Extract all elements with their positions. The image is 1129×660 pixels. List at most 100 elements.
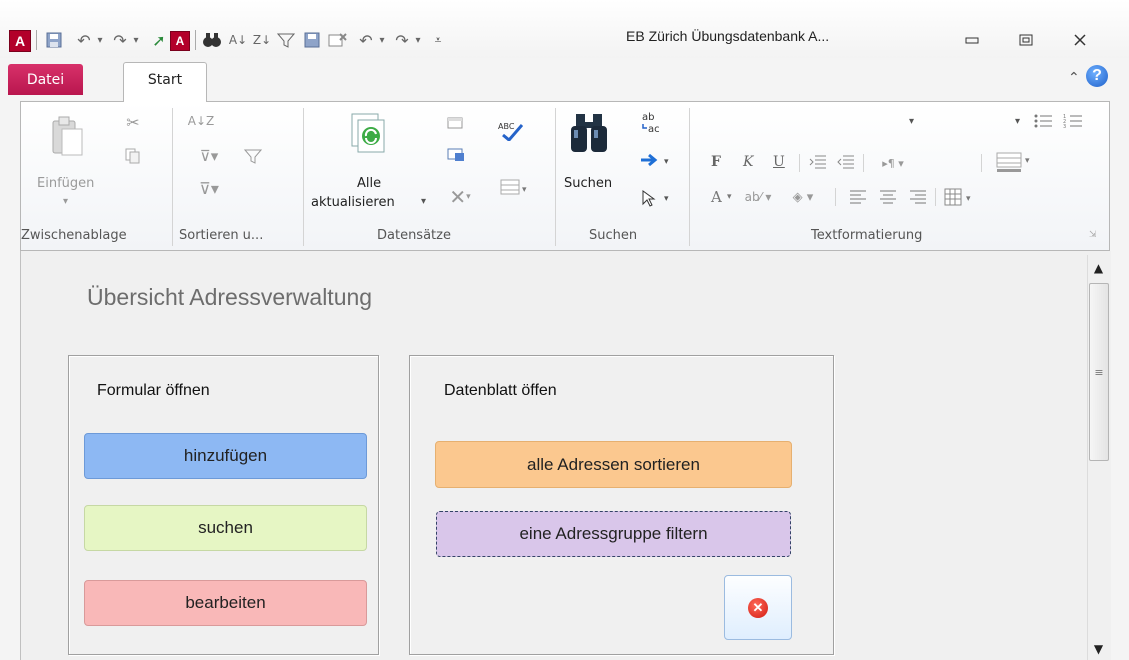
svg-text:▾: ▾ <box>664 194 669 204</box>
save-icon[interactable] <box>44 30 64 50</box>
align-left-icon[interactable] <box>847 186 869 208</box>
toolbar-separator <box>835 188 836 206</box>
numbered-list-icon[interactable]: 123 <box>1061 110 1085 132</box>
window-title: EB Zürich Übungsdatenbank A... <box>626 28 830 44</box>
paste-icon[interactable] <box>49 114 85 158</box>
filtern-button[interactable]: eine Adressgruppe filtern <box>436 511 791 557</box>
close-form-button[interactable]: ✕ <box>724 575 792 640</box>
group-separator <box>689 108 690 246</box>
delete-record-icon[interactable] <box>327 30 349 50</box>
save-icon[interactable] <box>302 30 322 50</box>
new-record-icon[interactable] <box>445 112 467 132</box>
sortieren-button[interactable]: alle Adressen sortieren <box>435 441 792 488</box>
bullet-list-icon[interactable] <box>1031 110 1055 132</box>
cut-icon[interactable]: ✂ <box>123 112 143 132</box>
ribbon: Einfügen ▾ ✂ Zwischenablage A↓Z ⊽▾ ⊽▾ So… <box>20 101 1110 251</box>
close-form-icon: ✕ <box>748 597 768 618</box>
undo-icon[interactable]: ↶ <box>74 30 94 50</box>
advanced-filter-icon[interactable]: ⊽▾ <box>191 178 227 198</box>
refresh-all-label-2[interactable]: aktualisieren <box>311 195 395 210</box>
font-size-dropdown-icon[interactable]: ▾ <box>1015 116 1020 127</box>
undo-icon[interactable]: ↶ <box>356 30 376 50</box>
spelling-icon[interactable]: ABC <box>497 118 523 142</box>
svg-text:ab: ab <box>642 112 654 123</box>
paste-dropdown-icon[interactable]: ▾ <box>63 196 68 207</box>
bold-button[interactable]: F <box>711 154 721 170</box>
redo-dropdown-icon[interactable]: ▾ <box>130 30 142 50</box>
highlight-icon[interactable]: ab⁄ ▾ <box>739 186 777 208</box>
panel-datenblatt-heading: Datenblatt öffen <box>444 382 557 399</box>
font-name-dropdown-icon[interactable]: ▾ <box>909 116 914 127</box>
redo-dropdown-icon[interactable]: ▾ <box>412 30 424 50</box>
font-color-button[interactable]: A <box>711 188 722 206</box>
decrease-indent-icon[interactable] <box>835 152 857 172</box>
refresh-all-label-1[interactable]: Alle <box>357 176 381 191</box>
refresh-all-icon[interactable] <box>349 112 389 156</box>
find-button-label[interactable]: Suchen <box>564 176 612 191</box>
arrow-green-icon[interactable]: ➚ <box>149 30 169 50</box>
svg-text:ABC: ABC <box>498 122 515 131</box>
svg-text:▾: ▾ <box>664 157 669 167</box>
tab-start[interactable]: Start <box>123 62 207 102</box>
panel-formular-heading: Formular öffnen <box>97 382 210 399</box>
italic-button[interactable]: K <box>743 154 753 170</box>
align-right-icon[interactable] <box>907 186 929 208</box>
more-records-icon[interactable]: ▾ <box>497 176 533 198</box>
replace-icon[interactable]: ab ac <box>639 110 667 136</box>
increase-indent-icon[interactable] <box>807 152 829 172</box>
save-record-icon[interactable] <box>445 144 467 164</box>
group-separator <box>303 108 304 246</box>
toolbar-separator <box>799 154 800 172</box>
svg-text:▾: ▾ <box>966 194 971 204</box>
scroll-down-arrow-icon[interactable]: ▼ <box>1088 638 1109 660</box>
group-label-textformatierung: Textformatierung <box>811 228 923 243</box>
close-window-icon[interactable] <box>1066 30 1094 50</box>
align-center-icon[interactable] <box>877 186 899 208</box>
maximize-icon[interactable] <box>1012 30 1040 50</box>
find-icon[interactable] <box>567 108 611 156</box>
qat-separator <box>195 30 196 50</box>
tab-datei[interactable]: Datei <box>8 64 83 95</box>
goto-icon[interactable]: ▾ <box>639 150 675 170</box>
fill-color-icon[interactable]: ◈ ▾ <box>783 186 823 208</box>
redo-icon[interactable]: ↷ <box>392 30 412 50</box>
minimize-icon[interactable] <box>958 30 986 50</box>
suchen-button[interactable]: suchen <box>84 505 367 551</box>
toolbar-separator <box>863 154 864 172</box>
access-form-icon[interactable]: A <box>170 31 190 51</box>
paste-button-label[interactable]: Einfügen <box>37 176 94 191</box>
select-icon[interactable]: ▾ <box>639 188 675 208</box>
scrollbar-thumb[interactable]: ≡ <box>1089 283 1109 461</box>
bearbeiten-button[interactable]: bearbeiten <box>84 580 367 626</box>
filter-icon[interactable] <box>276 30 296 50</box>
font-color-dropdown-icon[interactable]: ▾ <box>727 192 732 202</box>
sort-descending-icon[interactable]: Z↓ <box>252 30 272 50</box>
filter-icon[interactable] <box>241 146 265 166</box>
help-icon[interactable]: ? <box>1086 65 1108 87</box>
refresh-all-dropdown-icon[interactable]: ▾ <box>421 196 426 207</box>
scroll-up-arrow-icon[interactable]: ▲ <box>1088 257 1109 279</box>
svg-text:3: 3 <box>1063 124 1066 130</box>
filter-selection-icon[interactable]: ⊽▾ <box>189 146 229 166</box>
customize-qat-icon[interactable]: ⩡ <box>430 30 446 50</box>
find-icon[interactable] <box>201 30 223 50</box>
undo-dropdown-icon[interactable]: ▾ <box>376 30 388 50</box>
gridlines-icon[interactable]: ▾ <box>941 186 981 208</box>
access-app-icon[interactable]: A <box>9 30 31 52</box>
hinzufuegen-button[interactable]: hinzufügen <box>84 433 367 479</box>
redo-icon[interactable]: ↷ <box>110 30 130 50</box>
ribbon-collapse-icon[interactable]: ⌃ <box>1068 70 1080 86</box>
undo-dropdown-icon[interactable]: ▾ <box>94 30 106 50</box>
paragraph-direction-icon[interactable]: ▸¶ ▾ <box>873 154 913 172</box>
sort-ascending-icon[interactable]: A↓Z <box>188 110 214 132</box>
alternate-row-color-icon[interactable]: ▾ <box>993 150 1037 174</box>
delete-icon[interactable]: ✕ ▾ <box>443 185 477 209</box>
group-label-datensaetze: Datensätze <box>377 228 451 243</box>
underline-button[interactable]: U <box>773 154 785 170</box>
qat-separator <box>36 30 37 50</box>
dialog-launcher-icon[interactable]: ⇲ <box>1089 230 1097 240</box>
group-label-suchen: Suchen <box>589 228 638 243</box>
copy-icon[interactable] <box>123 146 143 166</box>
page-title: Übersicht Adressverwaltung <box>87 284 373 310</box>
sort-ascending-icon[interactable]: A↓ <box>228 30 248 50</box>
